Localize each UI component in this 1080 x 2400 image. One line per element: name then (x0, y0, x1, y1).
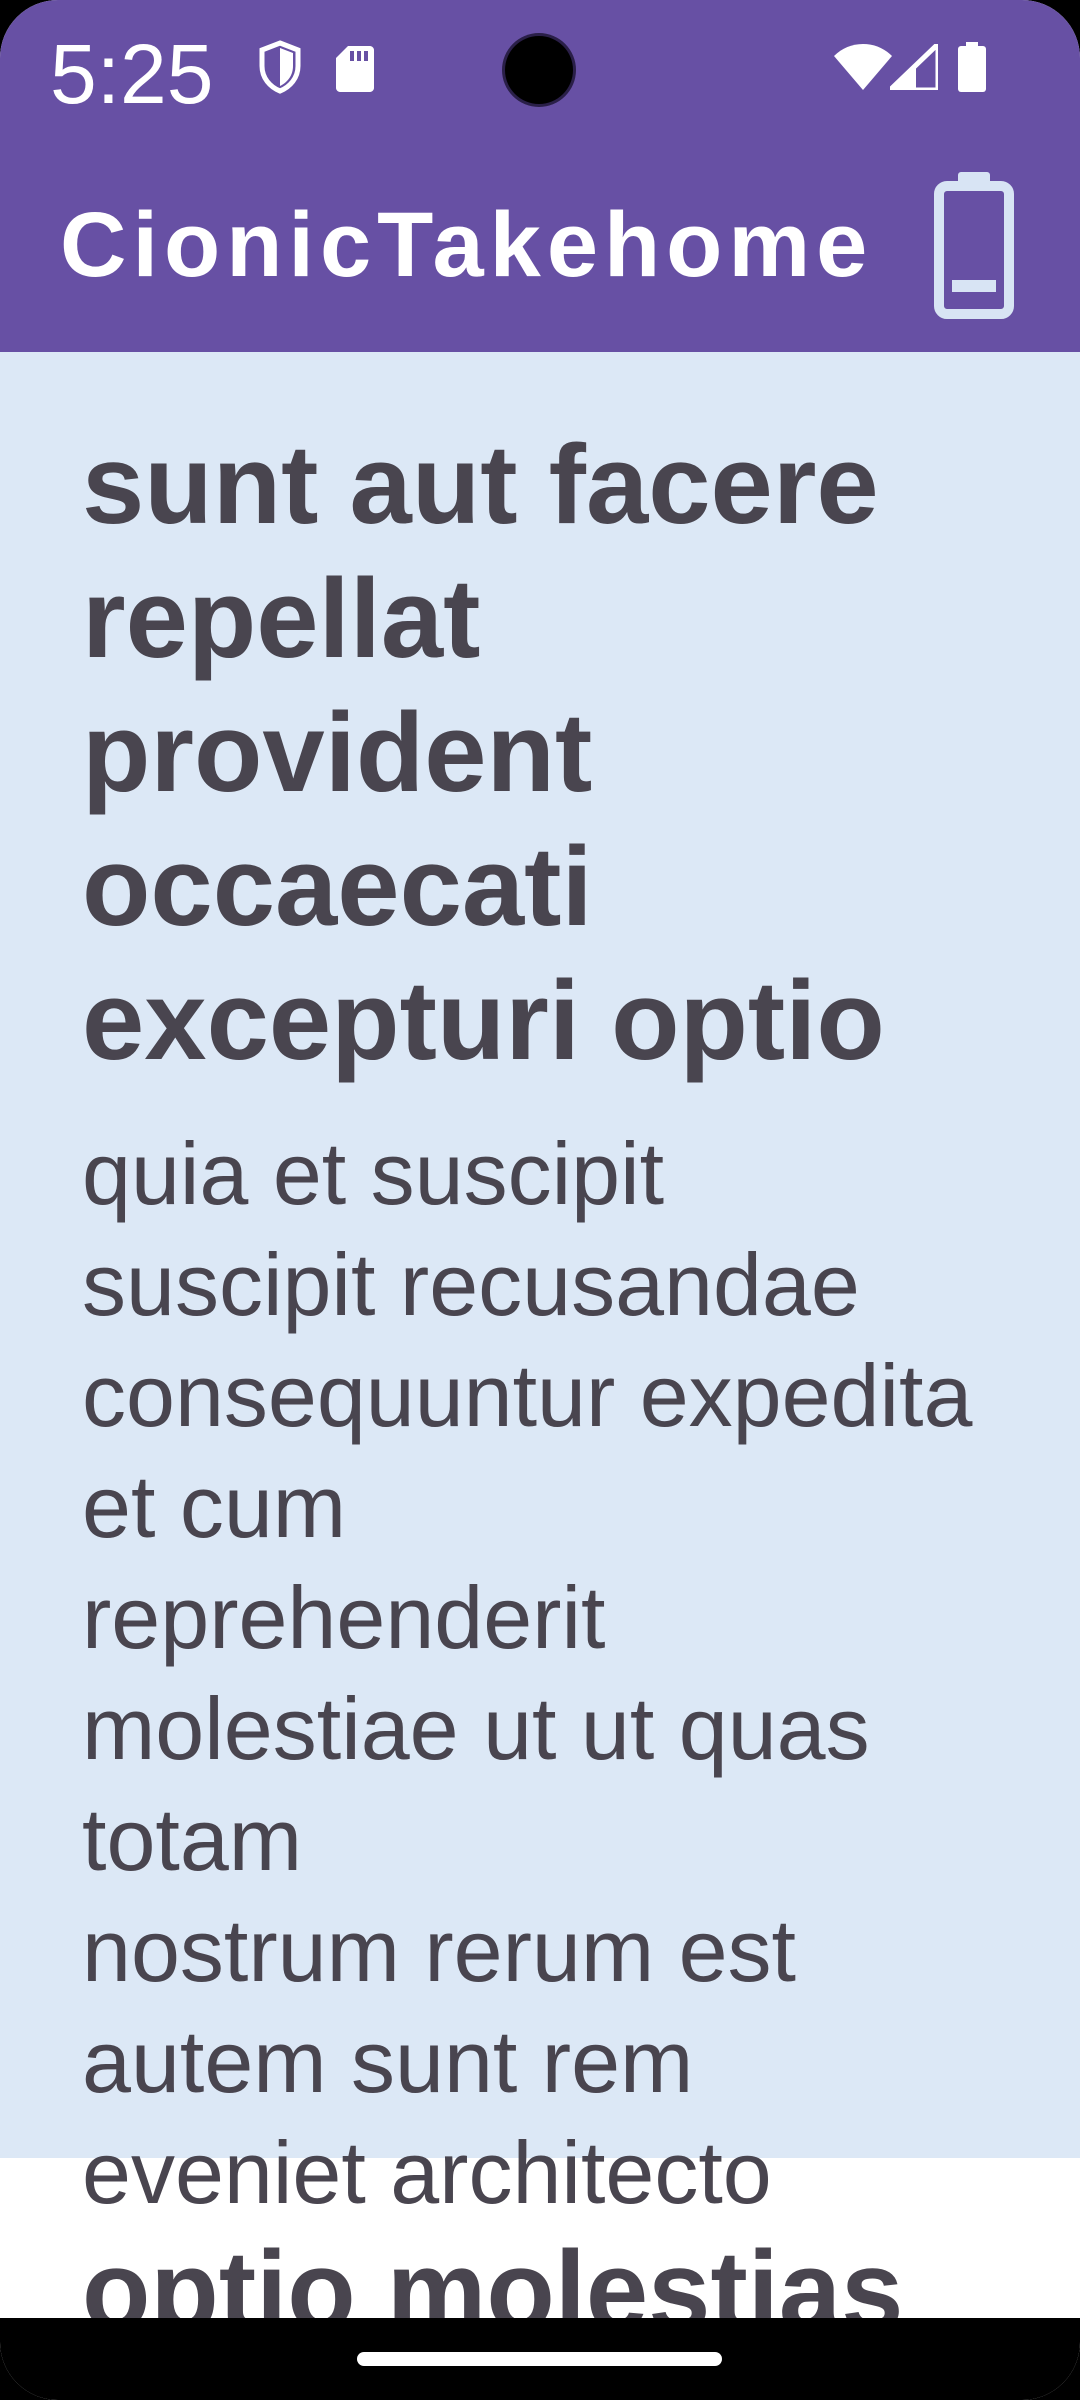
shield-icon (259, 40, 301, 94)
post-body: quia et suscipit suscipit recusandae con… (82, 1124, 973, 2222)
sd-card-icon (336, 46, 374, 92)
app-bar: CionicTakehome (0, 146, 1080, 352)
post-title: optio molestias (82, 2228, 904, 2318)
post-card-selected[interactable]: sunt aut facere repellat provident occae… (0, 352, 1080, 2222)
app-title: CionicTakehome (60, 194, 874, 296)
battery-icon (958, 42, 986, 92)
phone-screen: 5:25 CionicTakehome sunt aut facere repe… (0, 0, 1080, 2400)
signal-icon (890, 44, 938, 90)
home-gesture-handle[interactable] (357, 2352, 722, 2366)
status-time: 5:25 (50, 27, 214, 121)
post-list[interactable]: sunt aut facere repellat provident occae… (0, 352, 1080, 2318)
camera-cutout (505, 36, 573, 104)
wifi-icon (834, 44, 892, 90)
status-bar: 5:25 (0, 0, 1080, 146)
navigation-bar (0, 2318, 1080, 2400)
battery-outline-icon[interactable] (932, 170, 1016, 320)
post-title: sunt aut facere repellat provident occae… (82, 422, 885, 1083)
